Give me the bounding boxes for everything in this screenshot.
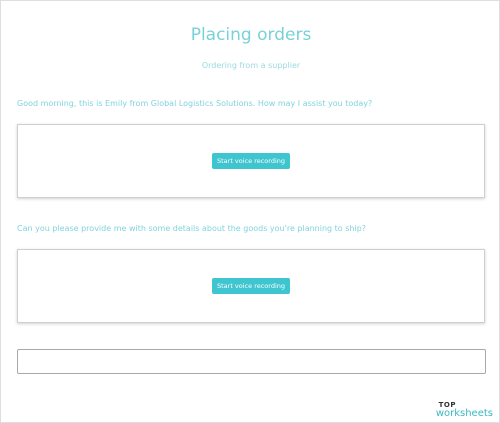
answer-input[interactable] — [17, 349, 486, 374]
start-voice-recording-button-2[interactable]: Start voice recording — [211, 278, 291, 294]
worksheet-frame: Placing orders Ordering from a supplier … — [0, 0, 500, 423]
logo-bottom-text: worksheets — [435, 408, 493, 419]
start-voice-recording-button-1[interactable]: Start voice recording — [211, 153, 291, 169]
page-title: Placing orders — [190, 25, 312, 45]
recording-box-2: Start voice recording — [17, 249, 485, 323]
question-1-text: Good morning, this is Emily from Global … — [17, 99, 373, 108]
question-2-text: Can you please provide me with some deta… — [17, 224, 367, 233]
recording-box-1: Start voice recording — [17, 124, 485, 198]
topworksheets-logo: TOP worksheets — [436, 402, 493, 419]
page-subtitle: Ordering from a supplier — [201, 61, 301, 70]
